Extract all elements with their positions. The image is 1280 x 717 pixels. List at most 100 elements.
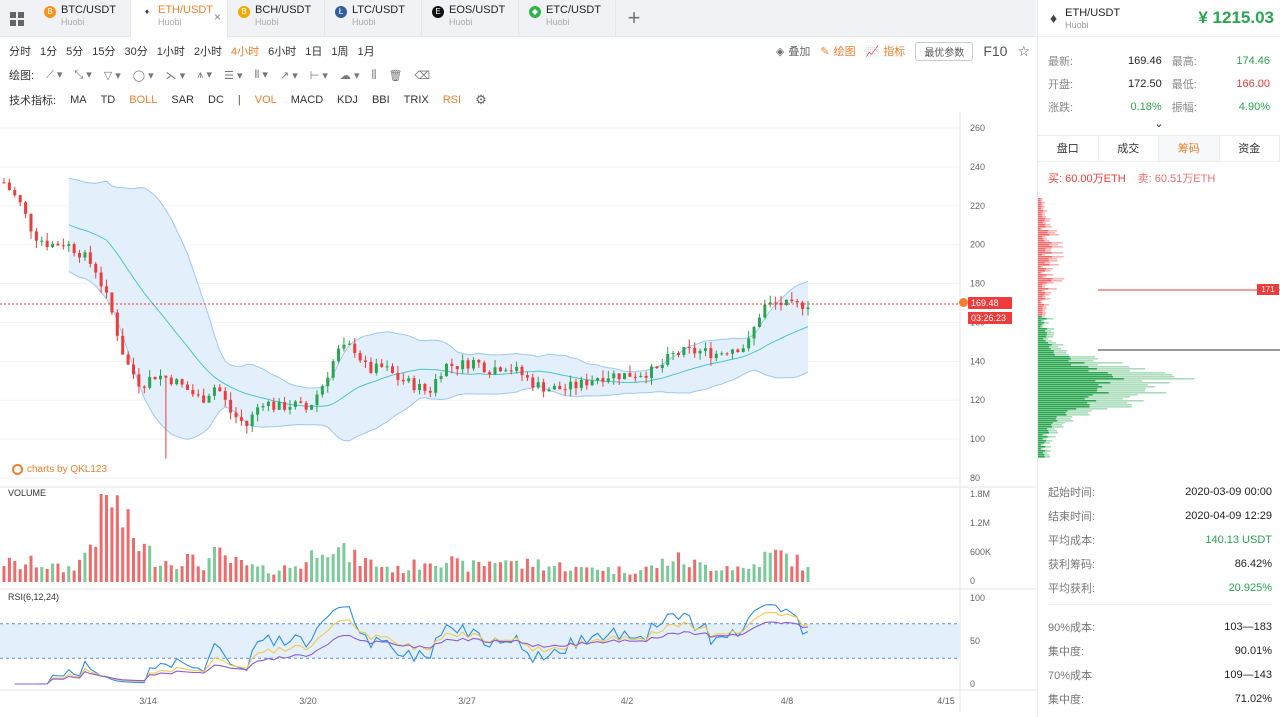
indicator-dc[interactable]: DC: [208, 94, 224, 106]
measure-tool-icon[interactable]: ⊢ ▾: [310, 69, 328, 82]
period-10[interactable]: 1周: [331, 43, 348, 59]
bch-icon: B: [238, 6, 250, 18]
candle: [660, 364, 664, 369]
chip-bar: [1038, 400, 1097, 402]
chip-bar: [1038, 358, 1071, 360]
candle: [498, 367, 502, 372]
period-3[interactable]: 15分: [92, 43, 115, 59]
gann-tool-icon[interactable]: ⦀ ▾: [255, 68, 268, 82]
volume-bar: [423, 563, 427, 582]
panel-tab-3[interactable]: 资金: [1220, 136, 1280, 161]
chip-bar: [1038, 376, 1113, 378]
chip-bar: [1038, 366, 1089, 368]
trash-icon[interactable]: 🗑: [389, 69, 403, 82]
symbol-tab-eth[interactable]: ♦ ETH/USDT Huobi ×: [131, 0, 228, 37]
candle: [121, 335, 125, 355]
add-tab-button[interactable]: +: [616, 0, 652, 36]
bars-tool-icon[interactable]: ⫼: [371, 69, 376, 82]
candle: [525, 375, 529, 378]
chip-bar: [1038, 326, 1041, 328]
indicator-kdj[interactable]: KDJ: [337, 94, 358, 106]
period-4[interactable]: 30分: [125, 43, 148, 59]
chevron-down-icon[interactable]: ⌄: [1038, 118, 1280, 130]
panel-tab-1[interactable]: 成交: [1099, 136, 1159, 161]
arrow-tool-icon[interactable]: ↗ ▾: [280, 69, 298, 82]
indicator-sar[interactable]: SAR: [171, 94, 194, 106]
stat-row: 开盘: 172.50 最低: 166.00: [1048, 72, 1270, 95]
indicator-ma[interactable]: MA: [70, 94, 87, 106]
indicator-rsi[interactable]: RSI: [443, 94, 461, 106]
period-0[interactable]: 分时: [9, 43, 31, 59]
layout-grid-button[interactable]: [0, 0, 34, 37]
symbol-tab-etc[interactable]: ◆ ETC/USDT Huobi: [519, 0, 616, 37]
star-icon[interactable]: ☆: [1017, 43, 1030, 60]
indicator-td[interactable]: TD: [101, 94, 116, 106]
chip-bar: [1038, 226, 1046, 228]
channel-tool-icon[interactable]: ▽ ▾: [104, 69, 121, 82]
overlay-button[interactable]: ◈ 叠加: [776, 43, 810, 59]
candle: [315, 394, 319, 405]
ray-tool-icon[interactable]: ⤡ ▾: [74, 68, 91, 82]
chip-bar: [1038, 434, 1043, 436]
symbol-tab-eos[interactable]: E EOS/USDT Huobi: [422, 0, 519, 37]
annotation-tool-icon[interactable]: ☁ ▾: [340, 69, 360, 82]
candle: [283, 402, 287, 410]
indicator-bbi[interactable]: BBI: [372, 94, 390, 106]
period-11[interactable]: 1月: [358, 43, 375, 59]
gear-icon[interactable]: ⚙: [475, 92, 487, 108]
symbol-tab-btc[interactable]: B BTC/USDT Huobi: [34, 0, 131, 37]
period-5[interactable]: 1小时: [157, 43, 185, 59]
period-7[interactable]: 4小时: [231, 43, 259, 59]
chip-bar: [1038, 210, 1044, 212]
eraser-icon[interactable]: ⌫: [415, 69, 431, 82]
chip-bar: [1038, 412, 1066, 414]
candle: [655, 366, 659, 369]
x-tick: 4/15: [937, 696, 955, 706]
wave-tool-icon[interactable]: ⋋ ▾: [166, 69, 186, 82]
price-tick: 240: [970, 162, 985, 172]
symbol-tab-ltc[interactable]: Ł LTC/USDT Huobi: [325, 0, 422, 37]
rsi-band: [0, 623, 960, 659]
circle-tool-icon[interactable]: ◯ ▾: [133, 69, 154, 82]
chip-bar: [1038, 278, 1053, 280]
volume-bar: [784, 553, 788, 582]
optimal-params-button[interactable]: 最优参数: [915, 41, 974, 61]
period-9[interactable]: 1日: [305, 43, 322, 59]
volume-bar: [558, 562, 562, 582]
chip-bar: [1038, 334, 1047, 336]
cny-price: ¥ 1215.03: [1198, 8, 1274, 27]
chip-bar: [1038, 308, 1043, 310]
candle: [94, 263, 98, 273]
chip-bar: [1038, 302, 1041, 304]
tab-exchange: Huobi: [158, 17, 182, 27]
volume-bar: [391, 572, 395, 582]
candle: [374, 363, 378, 373]
symbol-tabs: B BTC/USDT Huobi ♦ ETH/USDT Huobi × B BCH/USDT Hu…: [0, 0, 1036, 37]
period-1[interactable]: 1分: [40, 43, 57, 59]
indicator-vol[interactable]: VOL: [255, 94, 277, 106]
period-8[interactable]: 6小时: [268, 43, 296, 59]
pattern-tool-icon[interactable]: ⩚ ▾: [197, 68, 212, 82]
symbol-tab-bch[interactable]: B BCH/USDT Huobi: [228, 0, 325, 37]
draw-button[interactable]: ✎ 绘图: [820, 43, 855, 59]
candle: [423, 384, 427, 391]
indicator-button[interactable]: 📈 指标: [866, 43, 906, 59]
f10-button[interactable]: F10: [983, 43, 1007, 59]
indicator-trix[interactable]: TRIX: [404, 94, 429, 106]
panel-tab-2[interactable]: 筹码: [1159, 136, 1220, 161]
period-6[interactable]: 2小时: [194, 43, 222, 59]
indicator-boll[interactable]: BOLL: [129, 94, 157, 106]
panel-tab-0[interactable]: 盘口: [1038, 136, 1099, 161]
volume-bar: [105, 494, 109, 582]
indicator-macd[interactable]: MACD: [291, 94, 323, 106]
close-icon[interactable]: ×: [214, 10, 221, 24]
line-tool-icon[interactable]: ⟋ ▾: [46, 68, 62, 82]
candlestick-chart[interactable]: 260240220200180160140120100801.8M1.2M600…: [0, 112, 1036, 717]
chip-bar: [1038, 430, 1049, 432]
candle: [444, 363, 448, 377]
volume-bar: [337, 547, 341, 582]
volume-bar: [693, 559, 697, 582]
period-2[interactable]: 5分: [66, 43, 83, 59]
fib-tool-icon[interactable]: ☰ ▾: [224, 69, 242, 82]
grid-icon: [10, 11, 24, 26]
